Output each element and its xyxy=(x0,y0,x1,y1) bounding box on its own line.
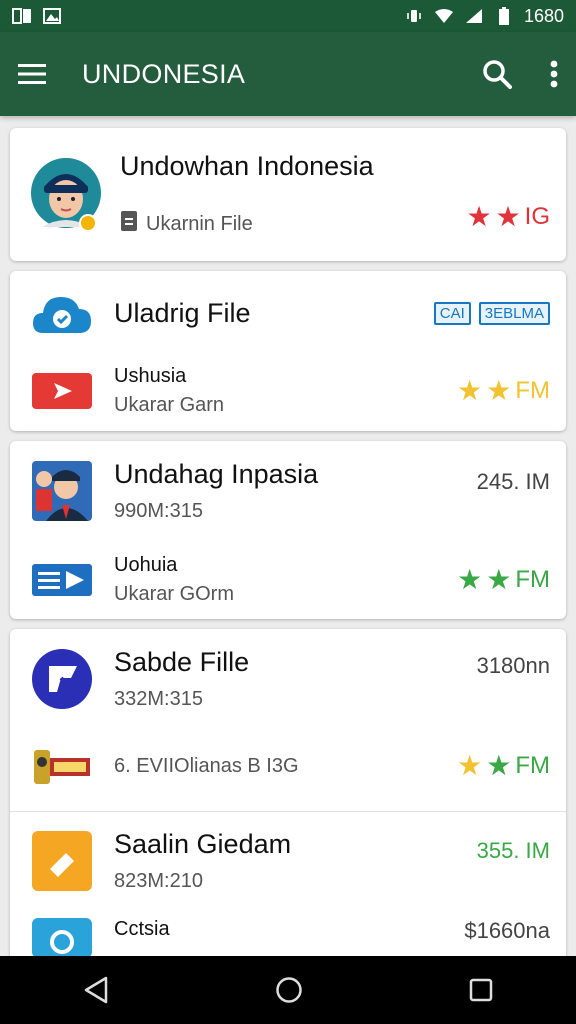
rating-label: FM xyxy=(515,377,550,404)
item-subtitle: Ukarar Garn xyxy=(114,394,225,416)
forward-list-icon xyxy=(30,548,94,612)
card-title: Sabde Fille xyxy=(114,647,250,677)
menu-icon[interactable] xyxy=(18,63,46,85)
navigation-bar xyxy=(0,956,576,1024)
tag-icon xyxy=(30,829,94,893)
status-time: 1680 xyxy=(523,5,564,26)
size-info: 332M:315 xyxy=(114,688,203,710)
status-bar: 1680 xyxy=(0,0,576,32)
item-subtitle: Ukarar GOrm xyxy=(114,583,234,605)
sim-icon xyxy=(12,8,32,24)
app-logo-icon xyxy=(30,647,94,711)
card-title: Uladrig File xyxy=(114,297,251,328)
file-icon xyxy=(120,210,138,238)
cloud-icon xyxy=(30,281,94,345)
card-title: Saalin Giedam xyxy=(114,829,292,859)
meta-value: 355. IM xyxy=(476,838,550,863)
search-icon[interactable] xyxy=(482,59,512,89)
size-info: 990M:315 xyxy=(114,500,203,522)
rating-label: FM xyxy=(515,752,550,779)
rating-label: IG xyxy=(524,203,550,230)
card-title: Undowhan Indonesia xyxy=(120,151,374,181)
item-title: Uohuia xyxy=(114,554,178,576)
item-title: Ushusia xyxy=(114,365,187,387)
star-icon: ★ xyxy=(457,750,483,781)
shield-icon xyxy=(30,918,94,958)
rating: ★ ★ FM xyxy=(457,377,550,405)
file-card[interactable]: Undahag Inpasia 990M:315 245. IM Uohuia … xyxy=(10,441,566,619)
image-icon xyxy=(42,8,62,24)
rating: ★ ★ FM xyxy=(457,752,550,780)
rating: ★ ★ IG xyxy=(466,203,550,231)
star-icon: ★ xyxy=(486,750,512,781)
app-title: UNDONESIA xyxy=(82,58,246,89)
star-icon: ★ xyxy=(486,564,512,595)
star-icon: ★ xyxy=(466,201,492,232)
back-triangle-icon[interactable] xyxy=(83,976,109,1004)
badge: 3EBLMA xyxy=(478,301,550,325)
item-title: Cctsia xyxy=(114,918,170,940)
more-vertical-icon[interactable] xyxy=(550,60,558,88)
meta-value: $1660na xyxy=(464,918,550,943)
rating-label: FM xyxy=(515,566,550,593)
star-icon: ★ xyxy=(486,375,512,406)
star-icon: ★ xyxy=(457,564,483,595)
file-list: Undowhan Indonesia Ukarnin File ★ ★ IG U… xyxy=(10,128,566,979)
app-bar: UNDONESIA xyxy=(0,32,576,116)
file-card[interactable]: Uladrig File CAI 3EBLMA Ushusia Ukarar G… xyxy=(10,271,566,431)
sticker-icon xyxy=(30,734,94,798)
card-subtitle: Ukarnin File xyxy=(146,212,253,235)
battery-icon xyxy=(494,7,514,25)
wifi-icon xyxy=(434,8,454,24)
avatar xyxy=(30,157,102,232)
meta-value: 3180nn xyxy=(476,653,550,678)
file-card[interactable]: Undowhan Indonesia Ukarnin File ★ ★ IG xyxy=(10,128,566,261)
size-info: 823M:210 xyxy=(114,870,203,892)
item-line: 6. EVIIOlianas B I3G xyxy=(114,754,299,777)
avatar xyxy=(30,459,94,523)
star-icon: ★ xyxy=(495,201,521,232)
recents-square-icon[interactable] xyxy=(469,978,493,1002)
file-card[interactable]: Sabde Fille 332M:315 3180nn 6. EVIIOlian… xyxy=(10,629,566,969)
star-icon: ★ xyxy=(457,375,483,406)
video-play-icon xyxy=(30,359,94,423)
rating: ★ ★ FM xyxy=(457,566,550,594)
badge: CAI xyxy=(433,301,471,325)
vibrate-icon xyxy=(404,8,424,24)
home-circle-icon[interactable] xyxy=(275,976,303,1004)
card-title: Undahag Inpasia xyxy=(114,459,319,489)
meta-value: 245. IM xyxy=(476,469,550,494)
signal-icon xyxy=(464,8,484,24)
